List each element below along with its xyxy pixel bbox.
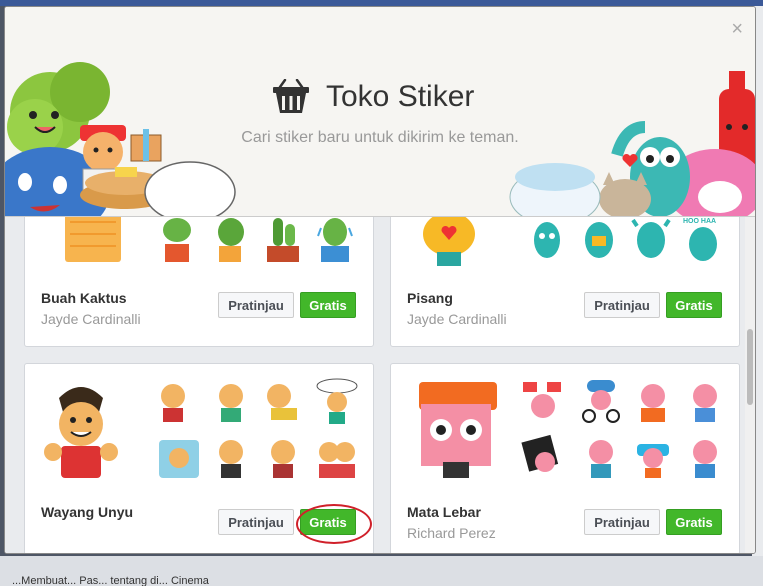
cactus-sticker-preview [65,217,121,262]
wayang-sticker-2 [219,384,243,422]
mata-lebar-sticker-7 [637,444,669,478]
sticker-pack-name: Mata Lebar [407,504,481,520]
sticker-pack-card: Mata Lebar Richard Perez Pratinjau Grati… [390,363,740,553]
store-subtitle: Cari stiker baru untuk dikirim ke teman. [241,129,519,146]
sticker-pack-name: Pisang [407,290,453,306]
sticker-pack-list[interactable]: Buah Kaktus Jayde Cardinalli Pratinjau G… [5,217,745,553]
sticker-pack-name: Wayang Unyu [41,504,134,520]
store-title-row: Toko Stiker [270,79,474,115]
cactus-sticker-2 [218,218,244,262]
mata-lebar-sticker-5 [521,434,559,472]
preview-button[interactable]: Pratinjau [584,292,660,318]
mata-lebar-sticker-4 [693,384,717,422]
wayang-sticker-1 [161,384,185,422]
sticker-pack-author: Richard Perez [407,525,496,541]
background-bottom-text: ...Membuat... Pas... tentang di... Cinem… [12,575,209,586]
mata-lebar-sticker-1 [523,382,561,418]
preview-button[interactable]: Pratinjau [584,509,660,535]
wayang-sticker-3 [267,384,297,420]
cactus-sticker-3 [267,218,299,262]
sticker-pack-card: Wayang Unyu Pratinjau Gratis [24,363,374,553]
scrollbar-thumb[interactable] [747,329,753,405]
wayang-sticker-preview [44,387,118,478]
wayang-sticker-5 [159,440,199,478]
monkey-sticker-2 [585,222,613,258]
preview-button[interactable]: Pratinjau [218,509,294,535]
get-free-button[interactable]: Gratis [666,509,722,535]
wayang-sticker-8 [319,442,355,478]
mata-lebar-sticker-preview [419,382,497,478]
sticker-pack-author: Jayde Cardinalli [407,311,507,327]
sticker-pack-card: Buah Kaktus Jayde Cardinalli Pratinjau G… [24,217,374,347]
red-annotation-circle [296,504,372,544]
monkey-sticker-preview [423,217,475,266]
sticker-pack-name: Buah Kaktus [41,290,127,306]
scrollbar[interactable] [745,217,755,553]
cactus-sticker-4 [317,218,353,262]
preview-button[interactable]: Pratinjau [218,292,294,318]
mata-lebar-sticker-8 [693,440,717,478]
wayang-sticker-7 [271,440,295,478]
get-free-button[interactable]: Gratis [666,292,722,318]
close-button[interactable]: × [731,19,743,39]
cactus-sticker-1 [163,218,191,262]
sticker-store-dialog: × Toko Stiker Cari stiker baru untuk dik… [4,6,756,554]
wayang-sticker-6 [219,440,243,478]
mata-lebar-sticker-2 [582,380,620,423]
mata-lebar-sticker-6 [589,440,613,478]
monkey-sticker-1 [534,222,560,258]
wayang-sticker-4 [316,378,358,424]
shopping-basket-icon [273,79,309,113]
sticker-pack-card: HOO HAA Pisang Jayde Cardinalli Pratinja… [390,217,740,347]
sticker-pack-author: Jayde Cardinalli [41,311,141,327]
svg-text:HOO HAA: HOO HAA [683,218,716,225]
get-free-button[interactable]: Gratis [300,292,356,318]
store-title: Toko Stiker [326,80,475,113]
mata-lebar-sticker-3 [641,384,665,422]
store-header: × Toko Stiker Cari stiker baru untuk dik… [5,7,755,217]
monkey-sticker-3 [631,218,671,258]
monkey-sticker-4: HOO HAA [681,217,725,261]
